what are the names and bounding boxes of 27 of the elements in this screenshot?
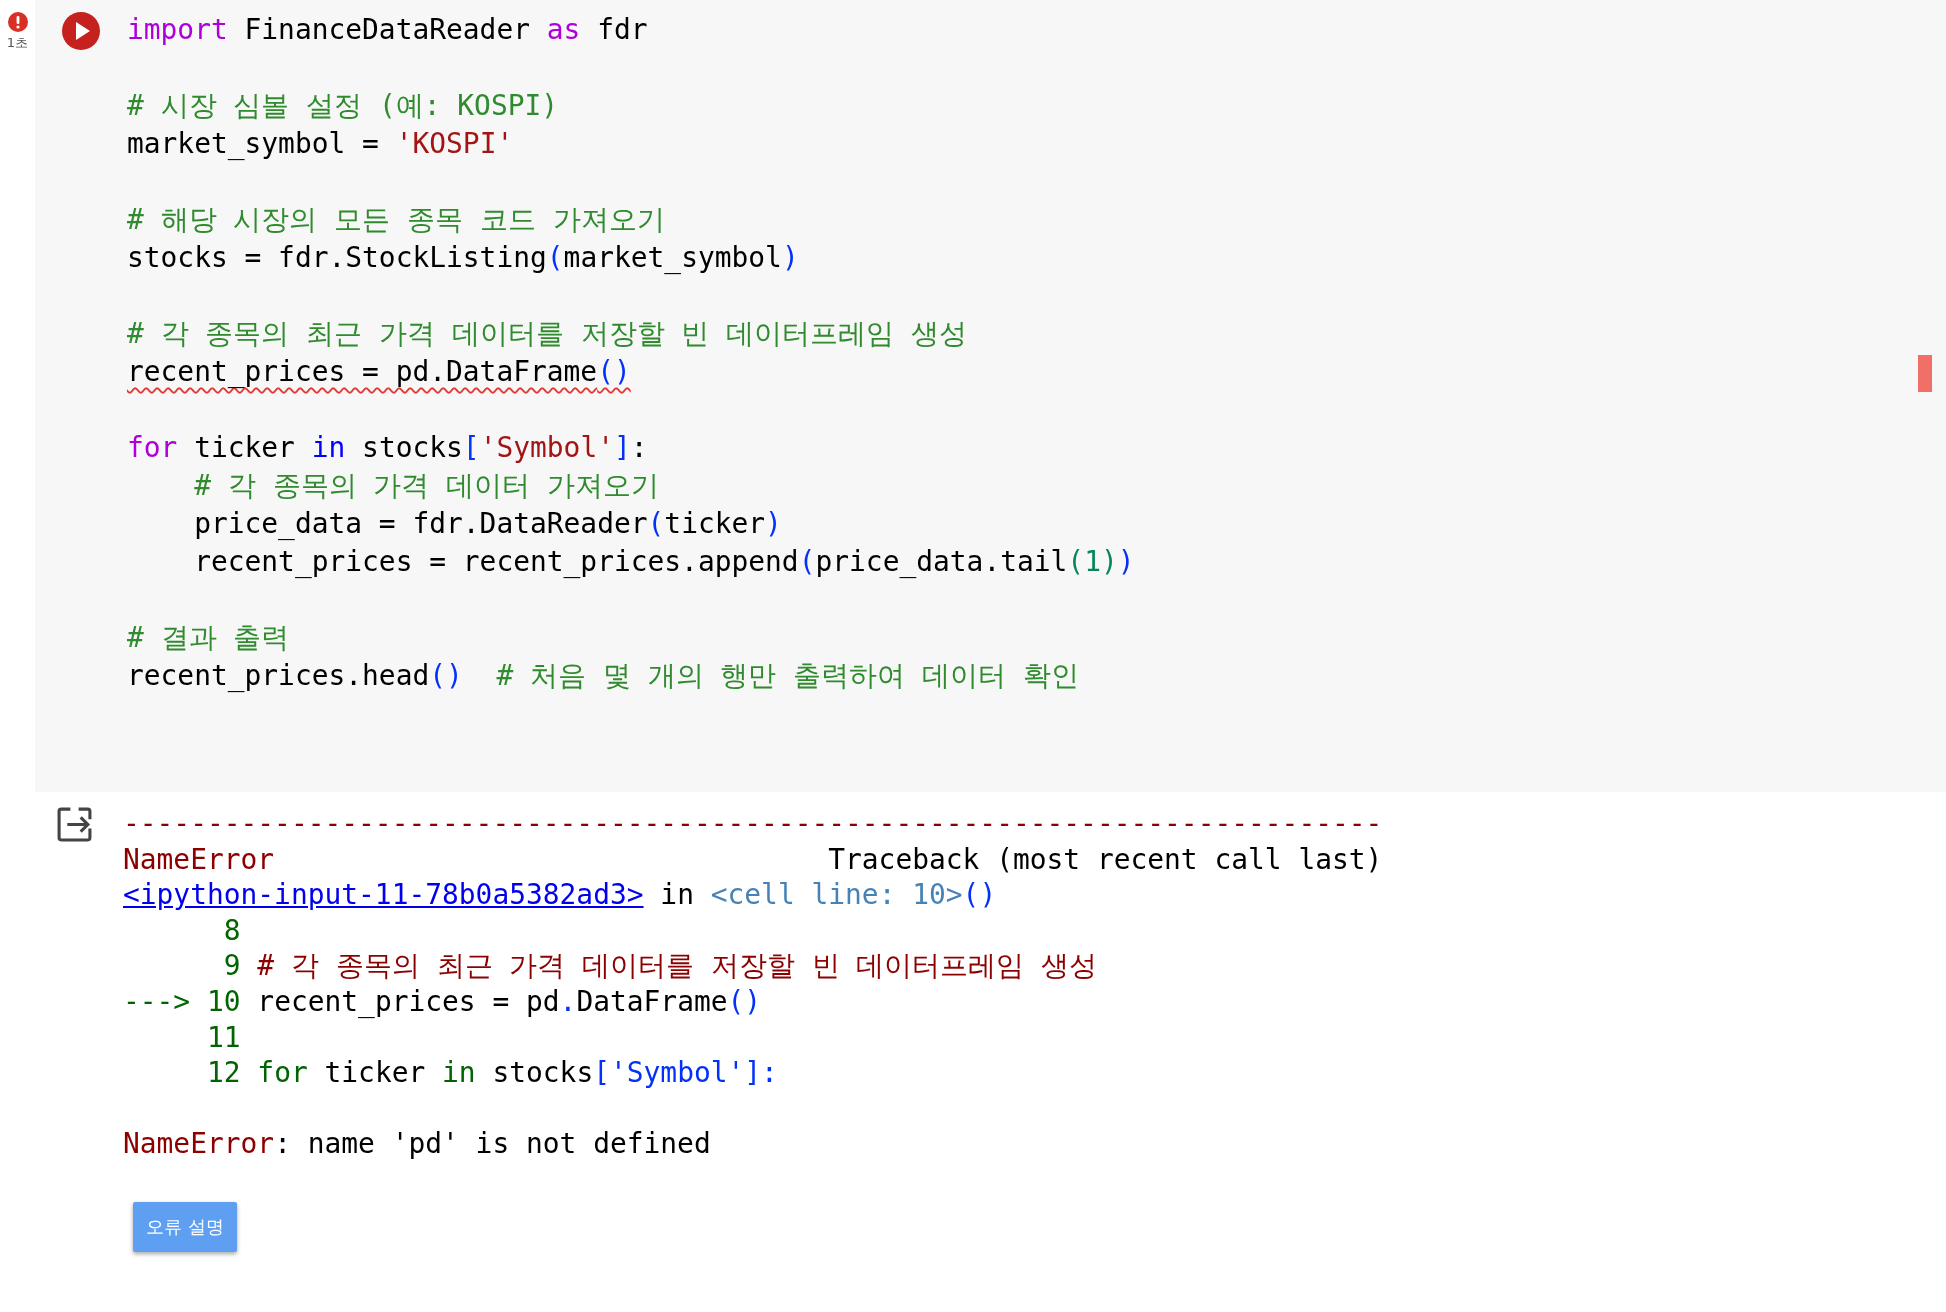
code-line: stocks = fdr.StockListing(market_symbol) — [127, 240, 799, 276]
code-line: for ticker in stocks['Symbol']: — [127, 430, 648, 466]
output-line: 12 for ticker in stocks['Symbol']: — [205, 1055, 778, 1091]
code-line: recent_prices = pd.DataFrame() — [127, 354, 631, 390]
output-line: 9 # 각 종목의 최근 가격 데이터를 저장할 빈 데이터프레임 생성 — [222, 948, 1098, 984]
code-line: # 시장 심볼 설정 (예: KOSPI) — [127, 88, 559, 124]
code-line: # 각 종목의 가격 데이터 가져오기 — [193, 468, 659, 504]
output-line: --------------------------------------------------------------------------- — [123, 806, 1383, 842]
output-line: <ipython-input-11-78b0a5382ad3> in <cell line: 10>() — [123, 877, 997, 913]
output-icon — [56, 806, 93, 843]
output-line: 8 — [222, 912, 241, 949]
output-line: NameError Traceback (most recent call last) — [123, 841, 1383, 878]
code-line: # 결과 출력 — [127, 620, 290, 656]
traceback-link[interactable]: <ipython-input-11-78b0a5382ad3> — [123, 878, 644, 912]
code-line: # 해당 시장의 모든 종목 코드 가져오기 — [127, 202, 665, 238]
run-button[interactable] — [62, 12, 100, 50]
output-line: NameError: name 'pd' is not defined — [123, 1126, 711, 1162]
code-line: price_data = fdr.DataReader(ticker) — [193, 506, 782, 542]
output-line: 11 — [205, 1019, 241, 1056]
code-line: import FinanceDataReader as fdr — [127, 12, 648, 48]
output-line: ---> 10 recent_prices = pd.DataFrame() — [123, 983, 762, 1020]
code-line: # 각 종목의 최근 가격 데이터를 저장할 빈 데이터프레임 생성 — [127, 316, 967, 352]
code-line: market_symbol = 'KOSPI' — [127, 126, 514, 162]
code-line: recent_prices.head() # 처음 몇 개의 행만 출력하여 데이터 확인 — [127, 658, 1079, 694]
error-marker — [1918, 355, 1932, 392]
code-line: recent_prices = recent_prices.append(price_data.tail(1)) — [193, 544, 1135, 580]
execution-time: 1초 — [6, 34, 29, 52]
